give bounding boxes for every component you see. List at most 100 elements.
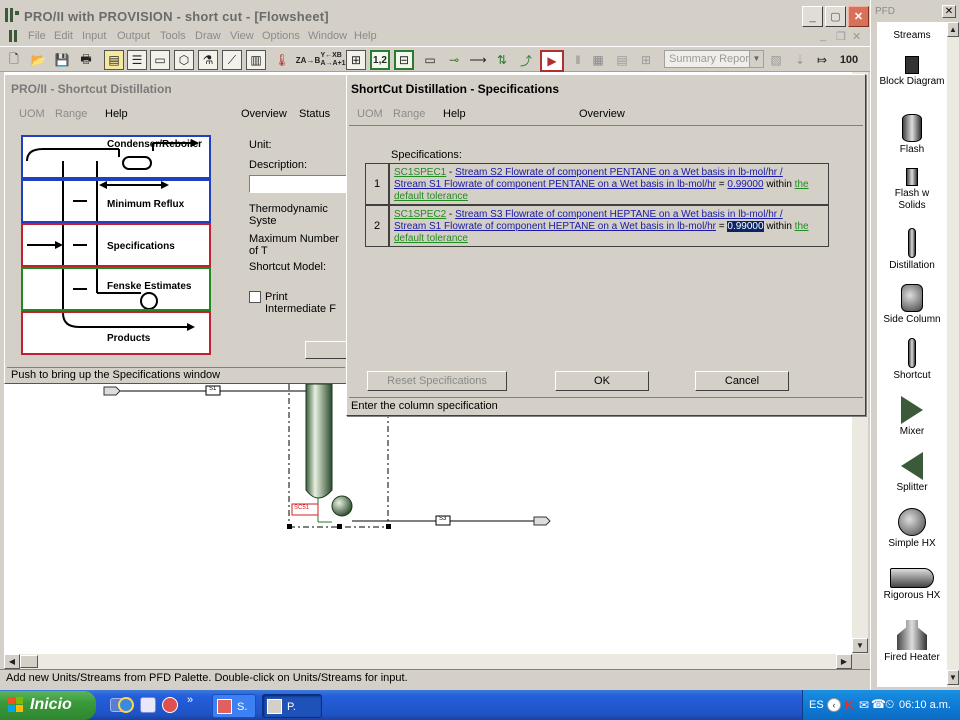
- tray-arrow-icon[interactable]: ‹: [827, 698, 841, 712]
- menu-draw[interactable]: Draw: [195, 30, 221, 42]
- minimize-button[interactable]: _: [802, 6, 823, 27]
- spec-divide-operator[interactable]: /: [777, 167, 783, 178]
- chart-icon[interactable]: ▥: [246, 50, 266, 70]
- curve-icon[interactable]: ⟋: [222, 50, 242, 70]
- copy-icon[interactable]: ▤: [104, 50, 124, 70]
- table-icon[interactable]: ▤: [612, 50, 632, 70]
- ruler-icon[interactable]: ▭: [150, 50, 170, 70]
- za-b-button[interactable]: ZA→B: [296, 50, 320, 70]
- palette-block-diagram[interactable]: Block Diagram: [877, 56, 947, 88]
- thermo-icon[interactable]: 🌡: [272, 50, 292, 70]
- sc-menu-help[interactable]: Help: [105, 108, 128, 120]
- flask-icon[interactable]: ⚗: [198, 50, 218, 70]
- quicklaunch-app-icon[interactable]: [140, 697, 156, 713]
- component-icon[interactable]: ⬡: [174, 50, 194, 70]
- scroll-right-icon[interactable]: ▶: [836, 654, 852, 669]
- spec-tolerance[interactable]: default tolerance: [394, 233, 468, 244]
- scheduler-icon[interactable]: ⏲: [885, 697, 894, 712]
- pfd-scrollbar[interactable]: ▲ ▼: [947, 22, 959, 687]
- reset-specifications-button[interactable]: Reset Specifications: [367, 371, 507, 391]
- spec-numerator[interactable]: Stream S3 Flowrate of component HEPTANE …: [455, 209, 777, 220]
- spec-denominator[interactable]: Stream S1 Flowrate of component HEPTANE …: [394, 221, 716, 232]
- mdi-close-icon[interactable]: ✕: [852, 30, 861, 43]
- grid-icon[interactable]: ☰: [127, 50, 147, 70]
- spec-tolerance-the[interactable]: the: [795, 221, 809, 232]
- open-folder-icon[interactable]: 📂: [28, 50, 48, 70]
- save-icon[interactable]: 💾: [52, 50, 72, 70]
- print-intermediate-checkbox[interactable]: [249, 291, 261, 303]
- palette-streams[interactable]: Streams: [877, 30, 947, 42]
- minimum-reflux-button[interactable]: Minimum Reflux: [21, 179, 211, 223]
- menu-tools[interactable]: Tools: [160, 30, 186, 42]
- palette-splitter[interactable]: Splitter: [877, 452, 947, 494]
- zoom-100-button[interactable]: 100: [838, 50, 860, 70]
- description-field[interactable]: [249, 175, 349, 193]
- spec-tolerance[interactable]: default tolerance: [394, 191, 468, 202]
- mdi-restore-icon[interactable]: ❐: [836, 30, 846, 43]
- scroll-left-icon[interactable]: ◀: [4, 654, 20, 669]
- dlg-menu-overview[interactable]: Overview: [579, 108, 625, 120]
- window-icon[interactable]: ▭: [420, 50, 440, 70]
- menu-help[interactable]: Help: [354, 30, 377, 42]
- pfd-scroll-up-icon[interactable]: ▲: [947, 22, 959, 37]
- products-button[interactable]: Products: [21, 311, 211, 355]
- quicklaunch-media-icon[interactable]: [162, 697, 178, 713]
- sc-menu-uom[interactable]: UOM: [19, 108, 45, 120]
- language-indicator[interactable]: ES: [809, 699, 824, 711]
- spec-row-2[interactable]: 2 SC1SPEC2 - Stream S3 Flowrate of compo…: [365, 205, 829, 247]
- menu-options[interactable]: Options: [262, 30, 300, 42]
- app-icon[interactable]: [4, 7, 20, 23]
- spec-tolerance-the[interactable]: the: [795, 179, 809, 190]
- pfd-scroll-down-icon[interactable]: ▼: [947, 670, 959, 685]
- scroll-down-icon[interactable]: ▼: [852, 638, 868, 653]
- spec-value[interactable]: 0.99000: [727, 179, 763, 190]
- close-button[interactable]: ✕: [848, 6, 869, 27]
- mail-icon[interactable]: ✉: [859, 698, 869, 712]
- palette-flash[interactable]: Flash: [877, 114, 947, 156]
- quicklaunch-more-icon[interactable]: »: [187, 694, 193, 706]
- spec-row-1[interactable]: 1 SC1SPEC1 - Stream S2 Flowrate of compo…: [365, 163, 829, 205]
- sc-menu-range[interactable]: Range: [55, 108, 87, 120]
- specifications-button[interactable]: Specifications: [21, 223, 211, 267]
- menu-output[interactable]: Output: [117, 30, 150, 42]
- ok-button[interactable]: OK: [555, 371, 649, 391]
- maximize-button[interactable]: ▢: [825, 6, 846, 27]
- save-report-icon[interactable]: ⇣: [790, 50, 810, 70]
- start-button[interactable]: Inicio: [0, 691, 96, 720]
- task-p[interactable]: P.: [262, 694, 322, 718]
- sc-menu-overview[interactable]: Overview: [241, 108, 287, 120]
- network-icon[interactable]: ☎: [871, 697, 886, 711]
- menu-input[interactable]: Input: [82, 30, 106, 42]
- spec-name[interactable]: SC1SPEC1: [394, 167, 446, 178]
- palette-fired-heater[interactable]: Fired Heater: [877, 620, 947, 664]
- palette-shortcut[interactable]: Shortcut: [877, 338, 947, 382]
- summary-report-select[interactable]: Summary Report ▼: [664, 50, 764, 68]
- clock[interactable]: 06:10 a.m.: [899, 699, 951, 711]
- menu-file[interactable]: File: [28, 30, 46, 42]
- new-file-icon[interactable]: 🗋: [4, 50, 24, 70]
- stream-calc-icon[interactable]: ⊞: [346, 50, 366, 70]
- task-s[interactable]: S.: [212, 694, 256, 718]
- trend-icon[interactable]: ⤴: [516, 50, 536, 70]
- dlg-menu-help[interactable]: Help: [443, 108, 466, 120]
- mixer-tool-icon[interactable]: ⤇: [812, 50, 832, 70]
- stream-s3[interactable]: [352, 515, 551, 526]
- sc-partial-button[interactable]: [305, 341, 347, 359]
- menu-view[interactable]: View: [230, 30, 254, 42]
- pause-icon[interactable]: ‖: [568, 50, 588, 70]
- palette-simple-hx[interactable]: Simple HX: [877, 508, 947, 550]
- palette-distillation[interactable]: Distillation: [877, 228, 947, 272]
- run-button[interactable]: ▶: [540, 50, 564, 72]
- run-arrows-icon[interactable]: ⇅: [492, 50, 512, 70]
- spec-numerator[interactable]: Stream S2 Flowrate of component PENTANE …: [455, 167, 777, 178]
- unit-block-icon[interactable]: ⊟: [394, 50, 414, 70]
- fenske-estimates-button[interactable]: Fenske Estimates: [21, 267, 211, 311]
- menu-window[interactable]: Window: [308, 30, 347, 42]
- one-two-button[interactable]: 1,2: [370, 50, 390, 70]
- cancel-button[interactable]: Cancel: [695, 371, 789, 391]
- pfd-close-icon[interactable]: ✕: [942, 5, 956, 18]
- yxb-button[interactable]: Y←XB A→A+1: [320, 50, 345, 70]
- sc-menu-status[interactable]: Status: [299, 108, 330, 120]
- palette-flash-solids[interactable]: Flash w Solids: [877, 168, 947, 212]
- report-icon[interactable]: ▧: [766, 50, 786, 70]
